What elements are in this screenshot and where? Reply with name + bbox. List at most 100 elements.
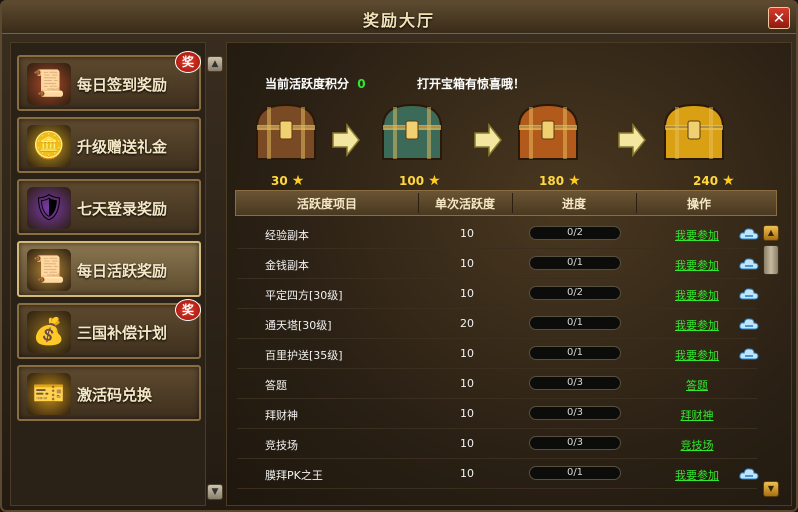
sidebar-item-4[interactable]: 📜 每日活跃奖励	[17, 241, 201, 297]
table-scrollbar[interactable]: ▲ ▼	[763, 225, 779, 501]
join-link[interactable]: 我要参加	[657, 467, 737, 483]
sidebar-item-label: 激活码兑换	[77, 386, 153, 404]
progress-text: 0/3	[566, 437, 584, 448]
progress-text: 0/3	[566, 377, 584, 388]
sidebar-nav: 📜 每日签到奖励奖 🪙 升级赠送礼金 🛡 七天登录奖励 📜 每日活跃奖励 💰 三国补偿计划奖 🎫 激活…	[10, 42, 206, 506]
sidebar-item-2[interactable]: 🪙 升级赠送礼金	[17, 117, 201, 173]
table-scroll-down-button[interactable]: ▼	[763, 481, 779, 497]
star-icon: ★	[428, 173, 441, 189]
cloud-icon[interactable]	[739, 316, 759, 330]
join-link[interactable]: 答题	[657, 377, 737, 393]
sidebar-item-label: 三国补偿计划	[77, 324, 168, 342]
table-row: 通天塔[30级] 20 0/1 我要参加	[237, 309, 759, 339]
table-row: 膜拜PK之王 10 0/1 我要参加	[237, 459, 759, 489]
chest-points: 240 ★	[693, 173, 735, 189]
cloud-icon[interactable]	[739, 256, 759, 270]
header-per-activity: 单次活跃度	[434, 197, 495, 211]
chest-points: 100 ★	[399, 173, 441, 189]
table-row: 拜财神 10 0/3 拜财神	[237, 399, 757, 429]
sidebar-item-5[interactable]: 💰 三国补偿计划奖	[17, 299, 201, 359]
chest-points-value: 30	[271, 174, 288, 188]
activity-points: 20	[460, 317, 474, 330]
activity-points: 10	[460, 347, 474, 360]
progress-bar: 0/1	[529, 346, 621, 360]
sidebar-item-label: 升级赠送礼金	[77, 138, 168, 156]
activity-name: 竞技场	[265, 439, 298, 452]
sidebar-item-label: 七天登录奖励	[77, 200, 168, 218]
scroll-icon: 📜	[27, 63, 71, 105]
chest-points: 30 ★	[271, 173, 304, 189]
progress-text: 0/2	[566, 287, 584, 298]
sidebar-item-3[interactable]: 🛡 七天登录奖励	[17, 179, 201, 235]
table-row: 平定四方[30级] 10 0/2 我要参加	[237, 279, 759, 309]
activity-name: 膜拜PK之王	[265, 469, 323, 482]
chest-points-value: 180	[539, 174, 565, 188]
activity-name: 答题	[265, 379, 287, 392]
title-bar: 奖励大厅 ✕	[2, 2, 796, 34]
daily-activity-panel: 当前活跃度积分 0 打开宝箱有惊喜哦！ 30 ★ 100 ★ 180 ★ 240 ★ 活跃度项…	[226, 42, 792, 506]
scroll-up-button[interactable]: ▲	[207, 56, 223, 72]
progress-text: 0/1	[566, 347, 584, 358]
sidebar-item-label: 每日活跃奖励	[77, 262, 168, 280]
progress-bar: 0/1	[529, 466, 621, 480]
progress-text: 0/1	[566, 467, 584, 478]
cloud-icon[interactable]	[739, 346, 759, 360]
header-activity: 活跃度项目	[296, 197, 357, 211]
table-scroll-thumb[interactable]	[763, 245, 779, 275]
join-link[interactable]: 竞技场	[657, 437, 737, 453]
join-link[interactable]: 我要参加	[657, 317, 737, 333]
header-action: 操作	[686, 197, 711, 211]
activity-name: 拜财神	[265, 409, 298, 422]
cloud-icon[interactable]	[739, 226, 759, 240]
progress-bar: 0/2	[529, 286, 621, 300]
progress-bar: 0/1	[529, 316, 621, 330]
join-link[interactable]: 我要参加	[657, 257, 737, 273]
close-button[interactable]: ✕	[768, 7, 790, 29]
window-title: 奖励大厅	[362, 11, 435, 30]
sidebar-item-label: 每日签到奖励	[77, 76, 168, 94]
header-progress: 进度	[561, 197, 586, 211]
join-link[interactable]: 我要参加	[657, 347, 737, 363]
table-row: 百里护送[35级] 10 0/1 我要参加	[237, 339, 759, 369]
cloud-icon[interactable]	[739, 466, 759, 480]
activity-name: 金钱副本	[265, 259, 309, 272]
progress-bar: 0/1	[529, 256, 621, 270]
join-link[interactable]: 我要参加	[657, 227, 737, 243]
activity-points: 10	[460, 227, 474, 240]
progress-text: 0/2	[566, 227, 584, 238]
activity-points: 10	[460, 377, 474, 390]
arrow-right-icon	[331, 122, 361, 158]
chest-hint: 打开宝箱有惊喜哦！	[417, 77, 526, 91]
progress-bar: 0/3	[529, 436, 621, 450]
gold-ingot-icon: 🪙	[27, 125, 71, 167]
activity-name: 经验副本	[265, 229, 309, 242]
activity-points: 10	[460, 407, 474, 420]
activity-score-label: 当前活跃度积分 0	[265, 75, 366, 92]
left-scrollbar[interactable]: ▲ ▼	[207, 56, 223, 500]
progress-text: 0/1	[566, 317, 584, 328]
progress-bar: 0/3	[529, 376, 621, 390]
sidebar-item-1[interactable]: 📜 每日签到奖励奖	[17, 51, 201, 111]
table-row: 经验副本 10 0/2 我要参加	[237, 219, 759, 249]
table-row: 答题 10 0/3 答题	[237, 369, 757, 399]
star-icon: ★	[291, 173, 305, 189]
join-link[interactable]: 我要参加	[657, 287, 737, 303]
progress-text: 0/3	[566, 407, 584, 418]
table-row: 竞技场 10 0/3 竞技场	[237, 429, 757, 459]
progress-text: 0/1	[566, 257, 584, 268]
scroll-down-button[interactable]: ▼	[207, 484, 223, 500]
join-link[interactable]: 拜财神	[657, 407, 737, 423]
chest-points-value: 240	[693, 174, 719, 188]
treasure-chest-3[interactable]	[515, 101, 581, 163]
treasure-chest-2[interactable]	[379, 101, 445, 163]
table-scroll-up-button[interactable]: ▲	[763, 225, 779, 241]
money-bag-icon: 💰	[27, 311, 71, 353]
sidebar-item-6[interactable]: 🎫 激活码兑换	[17, 365, 201, 421]
star-icon: ★	[568, 173, 581, 189]
treasure-chest-4[interactable]	[661, 101, 727, 163]
treasure-chest-1[interactable]	[253, 101, 319, 163]
reward-hall-window: 奖励大厅 ✕ 📜 每日签到奖励奖 🪙 升级赠送礼金 🛡 七天登录奖励 📜 每日活跃奖励 💰 三国补…	[0, 0, 798, 512]
cloud-icon[interactable]	[739, 286, 759, 300]
arrow-right-icon	[617, 122, 647, 158]
reward-badge: 奖	[175, 299, 201, 321]
